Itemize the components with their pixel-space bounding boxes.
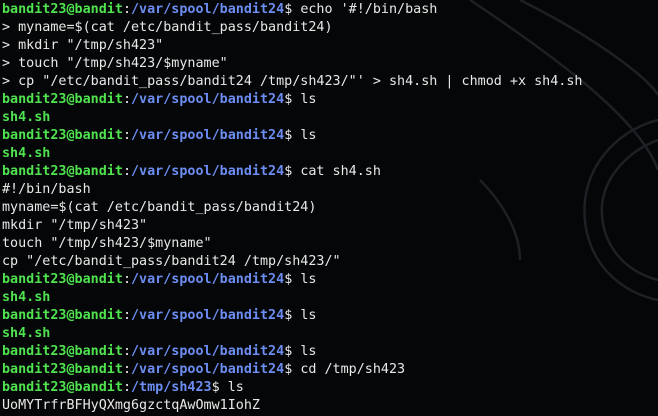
output-text: myname=$(cat /etc/bandit_pass/bandit24)	[2, 200, 317, 215]
command-text: ls	[300, 272, 317, 287]
terminal-window[interactable]: bandit23@bandit:/var/spool/bandit24$ ech…	[0, 0, 658, 416]
file-name: sh4.sh	[2, 290, 51, 305]
prompt-symbol: $	[284, 362, 301, 377]
prompt-line: bandit23@bandit:/tmp/sh423$ ls	[2, 379, 658, 397]
prompt-path: /var/spool/bandit24	[131, 2, 285, 17]
prompt-symbol: $	[284, 2, 301, 17]
command-text: echo '#!/bin/bash	[300, 2, 438, 17]
file-name: sh4.sh	[2, 326, 51, 341]
prompt-path: /var/spool/bandit24	[131, 344, 285, 359]
command-text: cd /tmp/sh423	[300, 362, 406, 377]
prompt-line: bandit23@bandit:/var/spool/bandit24$ cd …	[2, 361, 658, 379]
prompt-separator: :	[122, 272, 131, 287]
output-line: > myname=$(cat /etc/bandit_pass/bandit24…	[2, 19, 658, 37]
prompt-line: bandit23@bandit:/var/spool/bandit24$ cat…	[2, 163, 658, 181]
prompt-separator: :	[122, 362, 131, 377]
prompt-separator: :	[122, 164, 131, 179]
file-name: sh4.sh	[2, 146, 51, 161]
output-line: > mkdir "/tmp/sh423"	[2, 37, 658, 55]
prompt-path: /tmp/sh423	[131, 380, 212, 395]
prompt-separator: :	[122, 308, 131, 323]
prompt-symbol: $	[284, 344, 301, 359]
prompt-user: bandit23@bandit	[2, 272, 123, 287]
prompt-symbol: $	[284, 308, 301, 323]
output-text: > touch "/tmp/sh423/$myname"	[2, 56, 228, 71]
output-text: #!/bin/bash	[2, 182, 91, 197]
output-text: touch "/tmp/sh423/$myname"	[2, 236, 212, 251]
command-text: ls	[300, 128, 317, 143]
prompt-symbol: $	[284, 92, 301, 107]
prompt-path: /var/spool/bandit24	[131, 308, 285, 323]
prompt-user: bandit23@bandit	[2, 164, 123, 179]
prompt-user: bandit23@bandit	[2, 344, 123, 359]
prompt-separator: :	[122, 2, 131, 17]
prompt-line: bandit23@bandit:/var/spool/bandit24$ ech…	[2, 1, 658, 19]
command-text: ls	[300, 92, 317, 107]
output-line: touch "/tmp/sh423/$myname"	[2, 235, 658, 253]
prompt-user: bandit23@bandit	[2, 2, 123, 17]
output-line: > touch "/tmp/sh423/$myname"	[2, 55, 658, 73]
command-text: ls	[300, 344, 317, 359]
output-text: > cp "/etc/bandit_pass/bandit24 /tmp/sh4…	[2, 74, 583, 89]
command-text: ls	[300, 308, 317, 323]
terminal-output[interactable]: bandit23@bandit:/var/spool/bandit24$ ech…	[2, 1, 658, 415]
prompt-user: bandit23@bandit	[2, 362, 123, 377]
output-text: > mkdir "/tmp/sh423"	[2, 38, 164, 53]
prompt-line: bandit23@bandit:/var/spool/bandit24$ ls	[2, 91, 658, 109]
output-line: cp "/etc/bandit_pass/bandit24 /tmp/sh423…	[2, 253, 658, 271]
prompt-path: /var/spool/bandit24	[131, 272, 285, 287]
prompt-separator: :	[122, 128, 131, 143]
prompt-line: bandit23@bandit:/var/spool/bandit24$ ls	[2, 307, 658, 325]
prompt-separator: :	[122, 92, 131, 107]
output-text: cp "/etc/bandit_pass/bandit24 /tmp/sh423…	[2, 254, 341, 269]
file-listing-line: sh4.sh	[2, 109, 658, 127]
prompt-symbol: $	[284, 164, 301, 179]
output-text: UoMYTrfrBFHyQXmg6gzctqAwOmw1IohZ	[2, 398, 260, 413]
file-listing-line: sh4.sh	[2, 145, 658, 163]
prompt-line: bandit23@bandit:/var/spool/bandit24$ ls	[2, 343, 658, 361]
command-text: cat sh4.sh	[300, 164, 381, 179]
prompt-path: /var/spool/bandit24	[131, 128, 285, 143]
prompt-line: bandit23@bandit:/var/spool/bandit24$ ls	[2, 271, 658, 289]
output-line: UoMYTrfrBFHyQXmg6gzctqAwOmw1IohZ	[2, 397, 658, 415]
prompt-path: /var/spool/bandit24	[131, 92, 285, 107]
output-line: > cp "/etc/bandit_pass/bandit24 /tmp/sh4…	[2, 73, 658, 91]
file-name: sh4.sh	[2, 110, 51, 125]
output-text: > myname=$(cat /etc/bandit_pass/bandit24…	[2, 20, 333, 35]
prompt-user: bandit23@bandit	[2, 308, 123, 323]
output-line: #!/bin/bash	[2, 181, 658, 199]
output-text: mkdir "/tmp/sh423"	[2, 218, 148, 233]
prompt-symbol: $	[284, 128, 301, 143]
prompt-path: /var/spool/bandit24	[131, 164, 285, 179]
prompt-symbol: $	[211, 380, 228, 395]
output-line: mkdir "/tmp/sh423"	[2, 217, 658, 235]
prompt-line: bandit23@bandit:/var/spool/bandit24$ ls	[2, 127, 658, 145]
file-listing-line: sh4.sh	[2, 289, 658, 307]
file-listing-line: sh4.sh	[2, 325, 658, 343]
output-line: myname=$(cat /etc/bandit_pass/bandit24)	[2, 199, 658, 217]
prompt-separator: :	[122, 344, 131, 359]
prompt-user: bandit23@bandit	[2, 92, 123, 107]
prompt-user: bandit23@bandit	[2, 380, 123, 395]
prompt-user: bandit23@bandit	[2, 128, 123, 143]
prompt-separator: :	[122, 380, 131, 395]
prompt-path: /var/spool/bandit24	[131, 362, 285, 377]
command-text: ls	[227, 380, 244, 395]
prompt-symbol: $	[284, 272, 301, 287]
